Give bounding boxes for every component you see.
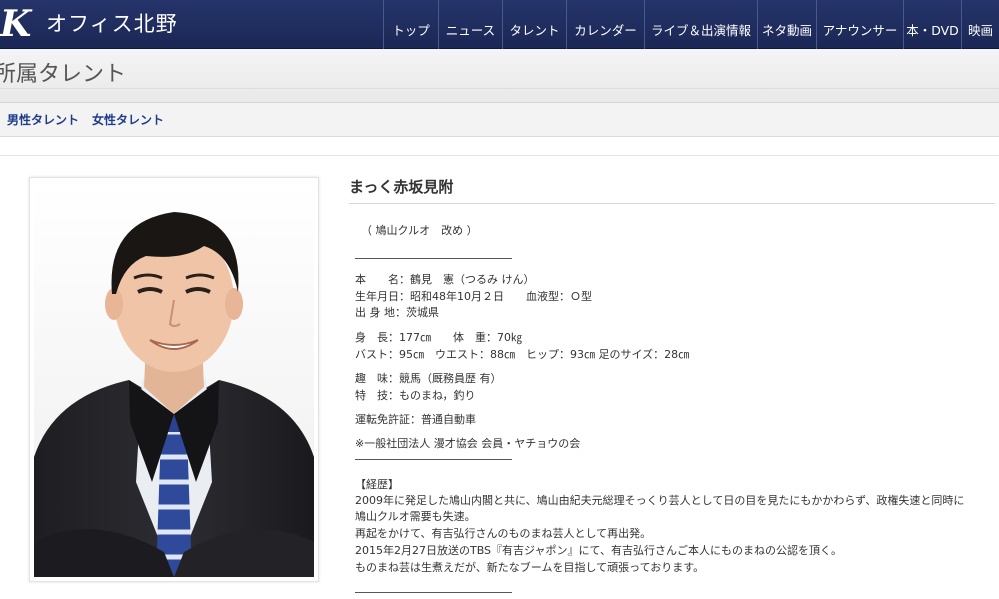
nav-books-dvd[interactable]: 本・DVD <box>903 0 961 49</box>
talent-photo <box>34 182 314 577</box>
career-line: 2015年2月27日放送のTBS『有吉ジャポン』にて、有吉弘行さんご本人にものま… <box>355 544 842 557</box>
nav-neta-video[interactable]: ネタ動画 <box>757 0 816 49</box>
site-logo-text[interactable]: オフィス北野 <box>46 10 178 38</box>
birthplace-text: 出 身 地：茨城県 <box>355 306 439 319</box>
birth-text: 生年月日：昭和48年10月２日 血液型：Ｏ型 <box>355 290 592 303</box>
page-title: 所属タレント <box>0 62 127 87</box>
height-weight-text: 身 長：177㎝ 体 重：70㎏ <box>355 331 522 344</box>
nav-live-info[interactable]: ライブ＆出演情報 <box>644 0 757 49</box>
nav-top[interactable]: トップ <box>383 0 438 49</box>
logo-mark[interactable]: K <box>0 4 36 44</box>
skill-text: 特 技：ものまね，釣り <box>355 389 476 402</box>
association-text: ※一般社団法人 漫才協会 会員・ヤチョウの会 <box>355 437 581 450</box>
title-divider <box>0 88 999 89</box>
hobby-text: 趣 味：競馬（厩務員歴 有） <box>355 372 502 385</box>
career-heading: 【経歴】 <box>355 478 399 491</box>
nav-news[interactable]: ニュース <box>438 0 502 49</box>
career-line: 再起をかけて、有吉弘行さんのものまね芸人として再出発。 <box>355 527 652 540</box>
career-line: 鳩山クルオ需要も失速。 <box>355 510 476 523</box>
separator-line <box>355 459 512 460</box>
alias-text: （ 鳩山クルオ 改め ） <box>361 224 478 237</box>
subnav-male-talent[interactable]: 男性タレント <box>7 111 79 129</box>
measurements-text: バスト：95㎝ ウエスト：88㎝ ヒップ：93㎝ 足のサイズ：28㎝ <box>355 348 690 361</box>
talent-name: まっく赤坂見附 <box>349 178 454 196</box>
global-nav: トップ ニュース タレント カレンダー ライブ＆出演情報 ネタ動画 アナウンサー… <box>383 0 999 49</box>
subnav-female-talent[interactable]: 女性タレント <box>92 111 164 129</box>
career-line: 2009年に発足した鳩山内閣と共に、鳩山由紀夫元総理そっくり芸人として日の目を見… <box>355 494 965 507</box>
nav-movie[interactable]: 映画 <box>961 0 999 49</box>
separator-line <box>355 592 512 593</box>
nav-announcer[interactable]: アナウンサー <box>816 0 903 49</box>
career-line: ものまね芸は生煮えだが、新たなブームを目指して頑張っております。 <box>355 561 705 574</box>
name-divider <box>349 203 995 204</box>
nav-calendar[interactable]: カレンダー <box>566 0 644 49</box>
real-name-text: 本 名：鶴見 憲（つるみ けん） <box>355 273 535 286</box>
license-text: 運転免許証：普通自動車 <box>355 413 476 426</box>
nav-talent[interactable]: タレント <box>502 0 566 49</box>
page-title-band <box>0 49 999 103</box>
content-divider <box>0 155 999 156</box>
talent-portrait <box>34 182 314 577</box>
separator-line <box>355 258 512 259</box>
site-header: K オフィス北野 トップ ニュース タレント カレンダー ライブ＆出演情報 ネタ… <box>0 0 999 49</box>
